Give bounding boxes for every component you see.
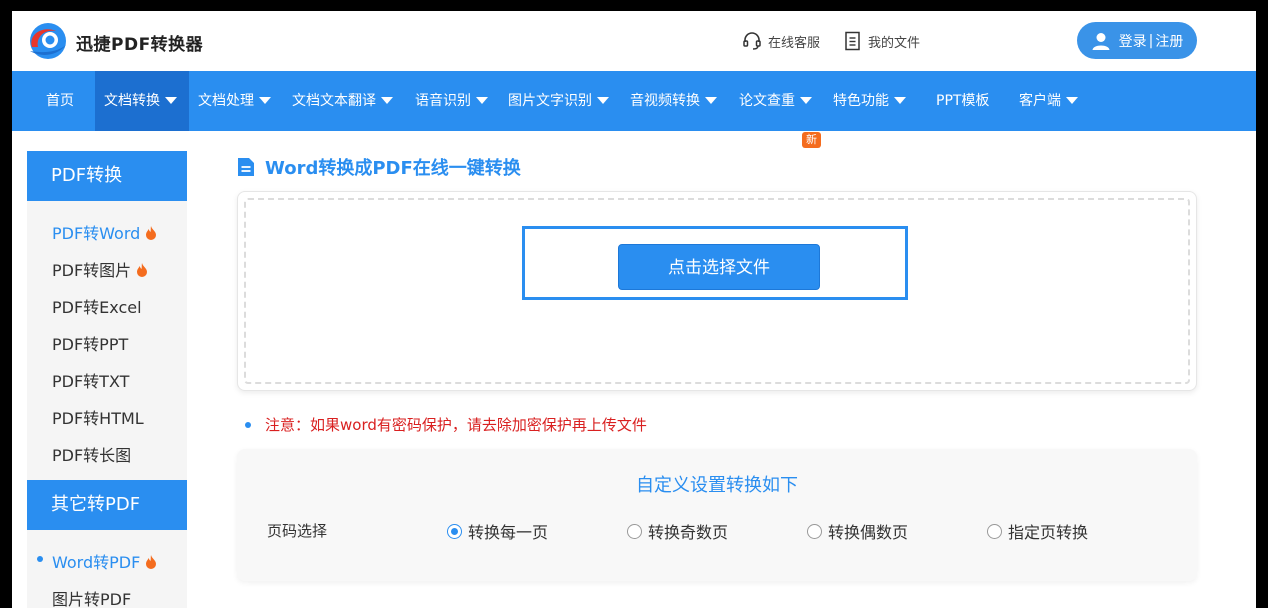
page-title: Word转换成PDF在线一键转换 bbox=[237, 154, 521, 180]
sidebar-item-pdf-to-txt[interactable]: PDF转TXT bbox=[52, 368, 129, 392]
sidebar-item-pdf-to-word[interactable]: PDF转Word bbox=[52, 220, 157, 244]
radio-unchecked-icon[interactable] bbox=[807, 523, 822, 539]
my-files-link[interactable]: 我的文件 bbox=[844, 31, 920, 51]
radio-convert-even-pages[interactable]: 转换偶数页 bbox=[807, 519, 908, 543]
chevron-down-icon bbox=[259, 96, 271, 104]
select-file-frame: 点击选择文件 bbox=[522, 226, 908, 300]
chevron-down-icon bbox=[597, 96, 609, 104]
nav-client[interactable]: 客户端 bbox=[1019, 71, 1078, 131]
select-file-button[interactable]: 点击选择文件 bbox=[618, 244, 820, 290]
nav-speech-recognition[interactable]: 语音识别 bbox=[415, 71, 488, 131]
my-files-label: 我的文件 bbox=[868, 35, 921, 51]
nav-paper-check-label: 论文查重 bbox=[739, 93, 795, 109]
chevron-down-icon bbox=[381, 96, 393, 104]
page-title-text: Word转换成PDF在线一键转换 bbox=[265, 158, 521, 179]
radio-convert-every-page[interactable]: 转换每一页 bbox=[447, 519, 548, 543]
nav-features[interactable]: 特色功能 bbox=[833, 71, 906, 131]
sidebar-item-pdf-to-excel[interactable]: PDF转Excel bbox=[52, 294, 142, 318]
nav-ppt-templates[interactable]: PPT模板 bbox=[936, 71, 989, 131]
nav-doc-translate[interactable]: 文档文本翻译 bbox=[292, 71, 393, 131]
radio-label: 转换每一页 bbox=[468, 523, 549, 542]
online-service-link[interactable]: 在线客服 bbox=[742, 31, 820, 51]
fire-icon bbox=[137, 262, 148, 277]
nav-doc-convert[interactable]: 文档转换 bbox=[95, 71, 189, 131]
chevron-down-icon bbox=[1066, 96, 1078, 104]
radio-label: 转换偶数页 bbox=[828, 523, 909, 542]
radio-checked-icon[interactable] bbox=[447, 523, 462, 539]
radio-convert-odd-pages[interactable]: 转换奇数页 bbox=[627, 519, 728, 543]
sidebar-item-label: PDF转图片 bbox=[52, 261, 132, 280]
browser-page: 迅捷PDF转换器 在线客服 我的文件 登录 | 注册 首页 文档转换 文档处理 … bbox=[12, 11, 1256, 608]
sidebar-item-pdf-to-long-image[interactable]: PDF转长图 bbox=[52, 442, 131, 466]
sidebar-item-word-to-pdf[interactable]: Word转PDF bbox=[52, 549, 157, 573]
nav-doc-translate-label: 文档文本翻译 bbox=[292, 93, 376, 109]
nav-av-convert[interactable]: 音视频转换 bbox=[630, 71, 717, 131]
new-badge: 新 bbox=[802, 132, 821, 148]
register-label[interactable]: 注册 bbox=[1155, 31, 1183, 51]
radio-unchecked-icon[interactable] bbox=[627, 523, 642, 539]
page-selection-label: 页码选择 bbox=[267, 522, 328, 540]
nav-client-label: 客户端 bbox=[1019, 93, 1061, 109]
notice-bullet-icon bbox=[245, 421, 251, 428]
main-nav: 首页 文档转换 文档处理 文档文本翻译 语音识别 图片文字识别 音视频转换 论文… bbox=[12, 71, 1256, 148]
online-service-label: 在线客服 bbox=[768, 35, 821, 51]
nav-av-convert-label: 音视频转换 bbox=[630, 93, 700, 109]
upload-dropzone[interactable]: 点击选择文件 bbox=[237, 191, 1197, 391]
chevron-down-icon bbox=[165, 96, 177, 104]
sidebar-item-pdf-to-html[interactable]: PDF转HTML bbox=[52, 405, 144, 429]
radio-label: 指定页转换 bbox=[1008, 523, 1089, 542]
nav-home[interactable]: 首页 bbox=[46, 71, 74, 131]
chevron-down-icon bbox=[705, 96, 717, 104]
fire-icon bbox=[146, 225, 157, 240]
sidebar-other-to-pdf-heading: 其它转PDF bbox=[27, 480, 187, 530]
conversion-settings-panel: 自定义设置转换如下 页码选择 转换每一页 转换奇数页 转换偶数页 指定页转换 bbox=[237, 449, 1197, 581]
nav-speech-label: 语音识别 bbox=[415, 93, 471, 109]
nav-features-label: 特色功能 bbox=[833, 93, 889, 109]
nav-doc-process-label: 文档处理 bbox=[198, 93, 254, 109]
sidebar-pdf-convert-heading: PDF转换 bbox=[27, 151, 187, 201]
top-header: 迅捷PDF转换器 在线客服 我的文件 登录 | 注册 bbox=[12, 11, 1256, 71]
settings-title: 自定义设置转换如下 bbox=[636, 475, 798, 496]
chevron-down-icon bbox=[800, 96, 812, 104]
notice-text: 注意：如果word有密码保护，请去除加密保护再上传文件 bbox=[265, 416, 647, 434]
sidebar-item-label: Word转PDF bbox=[52, 553, 141, 572]
sidebar-item-pdf-to-ppt[interactable]: PDF转PPT bbox=[52, 331, 128, 355]
password-notice: 注意：如果word有密码保护，请去除加密保护再上传文件 bbox=[245, 414, 647, 435]
sidebar-item-label: PDF转Word bbox=[52, 224, 141, 243]
login-divider: | bbox=[1148, 32, 1154, 49]
nav-doc-process[interactable]: 文档处理 bbox=[198, 71, 271, 131]
chevron-down-icon bbox=[894, 96, 906, 104]
radio-unchecked-icon[interactable] bbox=[987, 523, 1002, 539]
chevron-down-icon bbox=[476, 96, 488, 104]
nav-doc-convert-label: 文档转换 bbox=[104, 93, 160, 109]
user-avatar-icon bbox=[1092, 32, 1110, 50]
login-register-button[interactable]: 登录 | 注册 bbox=[1077, 22, 1197, 59]
fire-icon bbox=[146, 554, 157, 569]
sidebar-item-pdf-to-image[interactable]: PDF转图片 bbox=[52, 257, 148, 281]
document-icon bbox=[238, 158, 254, 176]
active-bullet-icon bbox=[37, 556, 43, 562]
nav-image-text[interactable]: 图片文字识别 bbox=[508, 71, 609, 131]
headset-icon bbox=[743, 32, 761, 50]
radio-label: 转换奇数页 bbox=[648, 523, 729, 542]
radio-convert-specified-pages[interactable]: 指定页转换 bbox=[987, 519, 1088, 543]
document-list-icon bbox=[845, 31, 860, 51]
login-label[interactable]: 登录 bbox=[1119, 31, 1147, 51]
sidebar-item-image-to-pdf[interactable]: 图片转PDF bbox=[52, 586, 131, 608]
brand-logo-icon[interactable] bbox=[26, 21, 68, 61]
brand-name[interactable]: 迅捷PDF转换器 bbox=[76, 30, 203, 55]
nav-image-text-label: 图片文字识别 bbox=[508, 93, 592, 109]
nav-paper-check[interactable]: 论文查重 bbox=[739, 71, 812, 131]
